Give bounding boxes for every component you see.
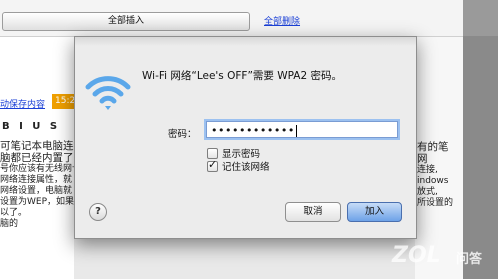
text-line: 设置为WEP，如果 bbox=[0, 197, 75, 207]
editor-text-right: 有的笔 网 连接, indows 放式, 所设置的 bbox=[417, 141, 453, 209]
text-line: 网络连接属性，就 bbox=[0, 175, 73, 185]
autosave-link[interactable]: 动保存内容 bbox=[0, 97, 45, 110]
wifi-password-dialog: Wi-Fi 网络“Lee's OFF”需要 WPA2 密码。 密码： •••••… bbox=[74, 36, 417, 239]
text-line: 脑都已经内置了无 bbox=[0, 152, 80, 164]
format-toolbar[interactable]: B I U S bbox=[2, 121, 60, 132]
text-line: 所设置的 bbox=[417, 198, 454, 208]
wifi-icon bbox=[85, 76, 131, 110]
zol-watermark: ZOL 问答 bbox=[392, 243, 496, 273]
remember-network-label: 记住该网络 bbox=[222, 162, 270, 173]
join-button[interactable]: 加入 bbox=[347, 202, 402, 222]
text-line: 号你应该有无线网卡 bbox=[0, 164, 80, 174]
insert-all-button[interactable]: 全部插入 bbox=[2, 12, 250, 31]
delete-all-link[interactable]: 全部删除 bbox=[264, 14, 300, 27]
zol-watermark-text: 问答 bbox=[456, 252, 483, 267]
text-line: indows bbox=[417, 176, 449, 186]
zol-logo: ZOL bbox=[392, 243, 441, 268]
text-line: 连接, bbox=[417, 165, 438, 175]
text-caret bbox=[295, 125, 297, 137]
show-password-label: 显示密码 bbox=[222, 149, 261, 160]
background-dark-panel bbox=[463, 0, 498, 279]
remember-network-checkbox[interactable] bbox=[207, 158, 218, 172]
cancel-button[interactable]: 取消 bbox=[285, 202, 341, 222]
editor-text-left: 可笔记本电脑连接 脑都已经内置了无 号你应该有无线网卡 网络连接属性，就 网络设… bbox=[0, 140, 80, 230]
text-line: 有的笔 bbox=[417, 141, 449, 153]
dialog-title: Wi-Fi 网络“Lee's OFF”需要 WPA2 密码。 bbox=[142, 70, 342, 82]
password-value: •••••••••••• bbox=[211, 124, 295, 137]
text-line: 以了。 bbox=[0, 208, 28, 218]
text-line: 脑的 bbox=[0, 219, 19, 229]
text-line: 放式, bbox=[417, 187, 438, 197]
text-line: 可笔记本电脑连接 bbox=[0, 140, 80, 152]
text-line: 网络设置，电脑就 bbox=[0, 186, 73, 196]
dialog-top-edge bbox=[75, 37, 416, 46]
help-button[interactable]: ? bbox=[89, 203, 107, 221]
password-label: 密码： bbox=[168, 129, 197, 140]
text-line: 网 bbox=[417, 153, 428, 165]
password-field[interactable]: •••••••••••• bbox=[206, 121, 398, 138]
remember-network-row[interactable]: 记住该网络 bbox=[207, 158, 270, 173]
background-dark-panel-top bbox=[463, 0, 498, 36]
